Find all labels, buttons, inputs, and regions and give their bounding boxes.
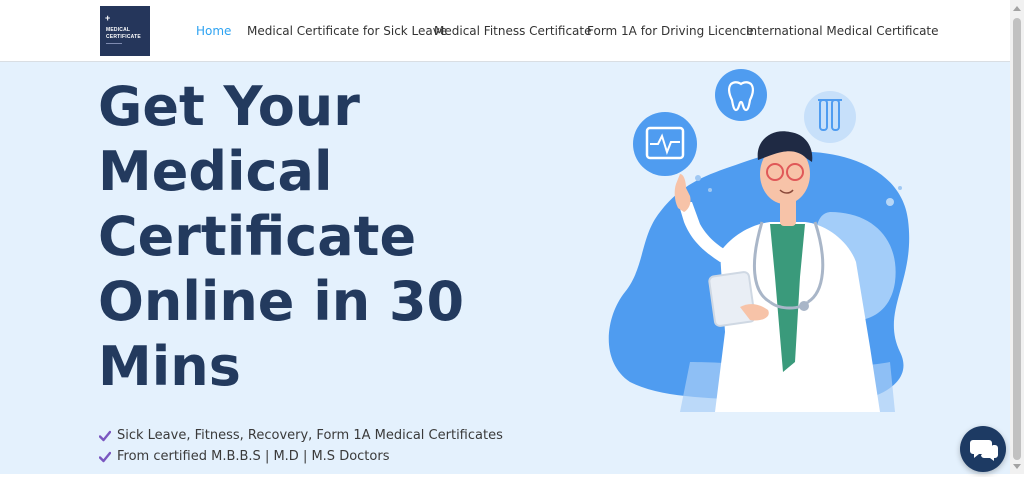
decor-dot — [886, 198, 894, 206]
chat-button[interactable] — [960, 426, 1006, 472]
page-scrollbar[interactable] — [1010, 0, 1024, 474]
logo-line-1: MEDICAL — [106, 27, 131, 33]
scroll-down-arrow-icon[interactable] — [1013, 464, 1021, 469]
tooth-icon — [715, 69, 767, 121]
doctor-tablet — [708, 271, 756, 327]
hero-bullet-text: From certified M.B.B.S | M.D | M.S Docto… — [117, 449, 390, 464]
nav-item-form-1a[interactable]: Form 1A for Driving Licence — [587, 24, 754, 38]
site-header: + MEDICAL CERTIFICATE Home Medical Certi… — [0, 0, 1010, 62]
hero-title-line: Online in 30 — [98, 270, 465, 333]
scroll-up-arrow-icon[interactable] — [1013, 6, 1021, 11]
nav-item-international[interactable]: International Medical Certificate — [746, 24, 939, 38]
nav-item-home[interactable]: Home — [196, 24, 231, 38]
check-icon — [99, 451, 111, 463]
logo-underline — [106, 43, 122, 44]
hero-title-line: Certificate — [98, 205, 417, 268]
hero-title-line: Mins — [98, 335, 241, 398]
decor-dot — [898, 186, 902, 190]
scrollbar-thumb[interactable] — [1013, 18, 1021, 460]
site-logo[interactable]: + MEDICAL CERTIFICATE — [100, 6, 150, 56]
plus-icon: + — [105, 13, 111, 23]
hero-title: Get Your Medical Certificate Online in 3… — [98, 74, 558, 399]
hero-title-line: Medical — [98, 140, 333, 203]
hero-title-line: Get Your — [98, 75, 360, 138]
logo-line-2: CERTIFICATE — [106, 34, 141, 40]
decor-dot — [708, 188, 712, 192]
check-icon — [99, 430, 111, 442]
heart-monitor-icon — [633, 112, 697, 176]
doctor-illustration — [608, 69, 910, 412]
nav-item-sick-leave[interactable]: Medical Certificate for Sick Leave — [247, 24, 447, 38]
hero-bullet-text: Sick Leave, Fitness, Recovery, Form 1A M… — [117, 428, 503, 443]
decor-dot — [695, 175, 701, 181]
chat-icon — [970, 440, 998, 461]
nav-item-fitness[interactable]: Medical Fitness Certificate — [434, 24, 592, 38]
stethoscope-head — [799, 301, 809, 311]
test-tube-icon — [804, 91, 856, 143]
